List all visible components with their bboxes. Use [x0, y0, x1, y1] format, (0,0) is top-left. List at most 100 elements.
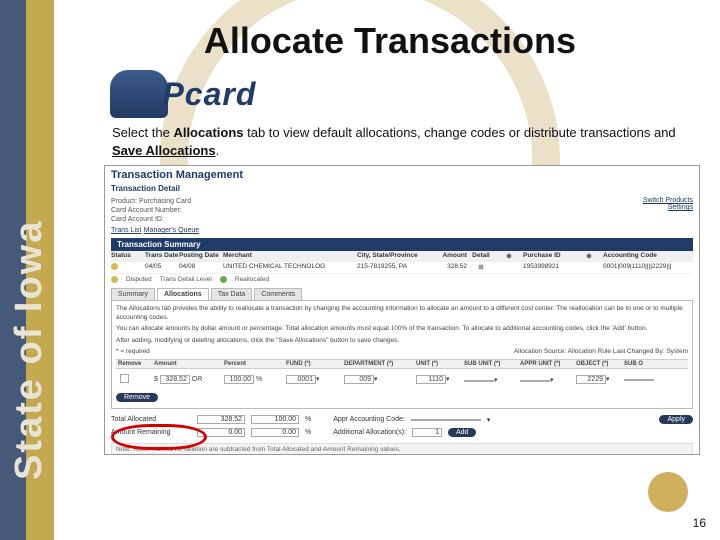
alloc-desc-2: You can allocate amounts by dollar amoun… [116, 325, 688, 333]
disputed-dot-icon [111, 276, 118, 283]
alloc-row: $ 328.52 OR 100.00 % 0001▾ 009▾ 1110▾ ▾ … [116, 369, 688, 390]
col-dept: DEPARTMENT (*) [342, 360, 414, 368]
cell-amount: 328.52 [427, 263, 467, 272]
col-amount: Amount [427, 252, 467, 260]
alloc-header-row: Remove Amount Percent FUND (*) DEPARTMEN… [116, 359, 688, 369]
account-info: Product: Purchasing Card Card Account Nu… [105, 195, 699, 224]
product-label: Product: [111, 198, 137, 205]
object-input[interactable]: 2229 [576, 375, 606, 384]
legend: Disputed Trans Detail Level Reallocated [105, 274, 699, 285]
col-sub-unit: SUB UNIT (*) [462, 360, 518, 368]
logo: Pcard [110, 70, 720, 118]
col-posting-date: Posting Date [179, 252, 223, 260]
amount-input[interactable]: 328.52 [160, 375, 190, 384]
col-merchant: Merchant [223, 252, 357, 260]
col-fund: FUND (*) [284, 360, 342, 368]
summary-table: Status Trans Date Posting Date Merchant … [111, 251, 693, 274]
cell-posting-date: 04/08 [179, 263, 223, 272]
col-status: Status [111, 252, 145, 260]
percent-input[interactable]: 100.00 [224, 375, 254, 384]
sb-subtitle: Transaction Detail [105, 184, 699, 195]
settings-link[interactable]: Settings [643, 204, 693, 211]
legend-trans-level: Trans Detail Level [160, 276, 212, 283]
cell-purchase-id: 1953998921 [523, 263, 575, 272]
totals: Total Allocated 328.52 100.00% Appr Acco… [111, 413, 693, 439]
amount-remaining-label: Amount Remaining [111, 429, 191, 436]
table-row: 04/05 04/08 UNITED CHEMICAL TECHNOLOG 21… [111, 262, 693, 274]
amount-remaining-pct: 0.00 [251, 428, 299, 437]
add-button[interactable]: Add [448, 428, 476, 437]
logo-badge-icon [110, 70, 168, 118]
unit-input[interactable]: 1110 [416, 375, 446, 384]
page-title: Allocate Transactions [60, 20, 720, 62]
tab-allocations[interactable]: Allocations [157, 288, 209, 300]
cell-detail-icon[interactable]: ⊞ [467, 263, 495, 272]
table-header-row: Status Trans Date Posting Date Merchant … [111, 251, 693, 262]
sidebar-text: State of Iowa [8, 220, 51, 480]
legend-reallocated: Reallocated [235, 276, 269, 283]
dept-input[interactable]: 009 [344, 375, 374, 384]
pct-sym: % [256, 376, 262, 383]
col-remove: Remove [116, 360, 152, 368]
tab-summary[interactable]: Summary [111, 288, 155, 300]
fund-input[interactable]: 0001 [286, 375, 316, 384]
col-accounting: Accounting Code [603, 252, 693, 260]
col-sub-o: SUB O [622, 360, 650, 368]
tabs: Summary Allocations Tax Data Comments [111, 288, 693, 300]
note-row: Note: Rows marked for deletion are subtr… [111, 443, 693, 455]
slide-content: Allocate Transactions Pcard Select the A… [60, 0, 720, 540]
total-allocated-amt: 328.52 [197, 415, 245, 424]
amount-remaining-amt: 0.00 [197, 428, 245, 437]
required-legend: * = required [116, 348, 150, 355]
alloc-desc-1: The Allocations tab provides the ability… [116, 305, 688, 322]
col-detail: Detail [467, 252, 495, 260]
remove-button[interactable]: Remove [116, 393, 158, 402]
remove-checkbox[interactable] [120, 374, 129, 383]
add-alloc-label: Additional Allocation(s): [333, 429, 406, 436]
appr-unit-input[interactable] [520, 380, 550, 382]
screenshot-panel: Transaction Management Transaction Detai… [104, 165, 700, 455]
sub-unit-input[interactable] [464, 380, 494, 382]
col-purchase-id: Purchase ID [523, 252, 575, 260]
add-acct-label: Appr Accounting Code: [333, 416, 405, 423]
col-spacer2: ⊚ [575, 252, 603, 260]
product-value: Purchasing Card [139, 198, 191, 205]
acct-id-label: Card Account ID: [111, 215, 191, 224]
col-appr-unit: APPR UNIT (*) [518, 360, 574, 368]
add-acct-input[interactable] [411, 419, 481, 421]
managers-queue-link[interactable]: Manager's Queue [144, 227, 199, 234]
col-trans-date: Trans Date [145, 252, 179, 260]
cell-trans-date: 04/05 [145, 263, 179, 272]
tab-comments[interactable]: Comments [254, 288, 302, 300]
cell-city: 215-7819255, PA [357, 263, 427, 272]
total-allocated-pct: 100.00 [251, 415, 299, 424]
alloc-desc-3: After adding, modifying or deleting allo… [116, 337, 688, 345]
col-spacer: ⊚ [495, 252, 523, 260]
cell-accounting: 0001|009|1110||||2229||| [603, 263, 693, 272]
summary-bar: Transaction Summary [111, 238, 693, 251]
page-number: 16 [693, 516, 706, 530]
sub-o-input[interactable] [624, 379, 654, 381]
col-unit: UNIT (*) [414, 360, 462, 368]
col-object: OBJECT (*) [574, 360, 622, 368]
instruction-text: Select the Allocations tab to view defau… [112, 124, 678, 159]
legend-disputed: Disputed [126, 276, 152, 283]
status-dot-icon [111, 263, 118, 270]
cell-icon2 [575, 263, 603, 272]
total-allocated-label: Total Allocated [111, 416, 191, 423]
add-alloc-input[interactable]: 1 [412, 428, 442, 437]
reallocated-dot-icon [220, 276, 227, 283]
logo-text: Pcard [162, 76, 256, 113]
acct-num-label: Card Account Number: [111, 206, 191, 215]
cell-icon [495, 263, 523, 272]
tab-tax[interactable]: Tax Data [211, 288, 253, 300]
cell-merchant: UNITED CHEMICAL TECHNOLOG [223, 263, 357, 272]
trans-list-link[interactable]: Trans List [111, 227, 141, 234]
alloc-source: Allocation Source: Allocation Rule Last … [514, 348, 688, 355]
or-label: OR [192, 376, 203, 383]
col-city: City, State/Province [357, 252, 427, 260]
sb-title: Transaction Management [105, 166, 699, 184]
switch-products-link[interactable]: Switch Products [643, 197, 693, 204]
col-alloc-percent: Percent [222, 360, 284, 368]
apply-button[interactable]: Apply [659, 415, 693, 424]
